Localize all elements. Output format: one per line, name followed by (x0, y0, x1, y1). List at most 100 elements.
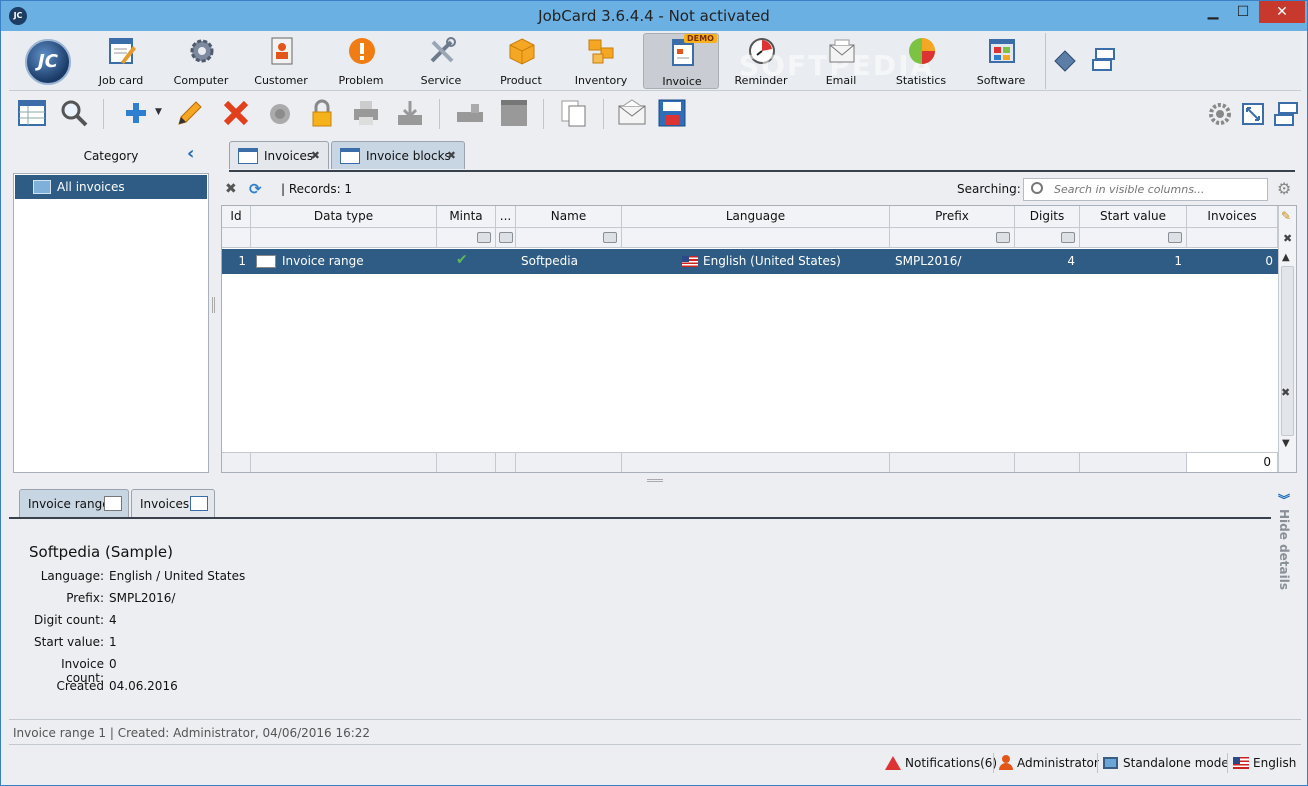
collapse-left-icon[interactable]: ‹ (187, 145, 203, 163)
module-email[interactable]: Email (803, 33, 879, 89)
column-chooser-icon[interactable]: ✎ (1281, 209, 1291, 223)
window-panel-icon[interactable] (499, 98, 529, 128)
filter-icon[interactable] (1061, 232, 1075, 243)
lock-icon[interactable] (307, 98, 337, 128)
cost-coin-icon[interactable] (265, 98, 295, 128)
footer-cell (496, 453, 516, 472)
scroll-down-icon[interactable]: ▼ (1282, 438, 1290, 449)
vertical-scrollbar[interactable]: ✎ ✖ ▲ ▼ (1278, 206, 1296, 472)
filter-cell[interactable] (1187, 228, 1278, 247)
column-header-start-value[interactable]: Start value (1080, 206, 1187, 227)
split-view-icon[interactable] (1273, 101, 1299, 127)
column-header-name[interactable]: Name (516, 206, 622, 227)
category-header: Category (83, 149, 139, 163)
cell-invoices: 0 (1265, 254, 1273, 268)
filter-cell[interactable] (890, 228, 1015, 247)
filter-cell[interactable] (622, 228, 890, 247)
module-inventory[interactable]: Inventory (563, 33, 639, 89)
clear-filters-icon[interactable]: ✖ (1283, 232, 1292, 245)
minimize-button[interactable]: ▁ (1198, 1, 1228, 23)
filter-icon[interactable] (1168, 232, 1182, 243)
column-header-id[interactable]: Id (222, 206, 251, 227)
fullscreen-icon[interactable] (1241, 102, 1265, 126)
refresh-icon[interactable]: ⟳ (249, 180, 262, 198)
horizontal-splitter-handle[interactable] (647, 479, 663, 482)
notifications-status[interactable]: Notifications(6) (885, 755, 997, 773)
search-input[interactable] (1023, 178, 1268, 201)
module-statistics[interactable]: Statistics (883, 33, 959, 89)
hide-details-toggle[interactable]: ︾ Hide details (1275, 491, 1295, 591)
filter-icon[interactable] (499, 232, 513, 243)
module-product[interactable]: Product (483, 33, 559, 89)
cell-language: English (United States) (703, 254, 841, 268)
footer-clear-icon[interactable]: ✖ (1281, 386, 1290, 399)
settings-gear-icon[interactable] (1207, 101, 1233, 127)
tab-invoice-range[interactable]: Invoice range (19, 489, 129, 517)
module-invoice[interactable]: DEMO Invoice (643, 33, 719, 89)
stamp-icon[interactable] (455, 98, 485, 128)
column-header-data-type[interactable]: Data type (251, 206, 437, 227)
add-icon[interactable] (121, 98, 151, 128)
close-window-button[interactable]: ✕ (1259, 1, 1305, 23)
filter-cell[interactable] (516, 228, 622, 247)
toolbar-separator (603, 99, 604, 129)
grid-settings-gear-icon[interactable]: ⚙ (1277, 179, 1291, 198)
delete-icon[interactable] (221, 98, 251, 128)
user-status[interactable]: Administrator (999, 755, 1099, 773)
filter-cell[interactable] (251, 228, 437, 247)
main-content: Invoices ✖ Invoice blocks ✖ ✖ ⟳ | Record… (219, 137, 1299, 475)
send-email-icon[interactable] (617, 98, 647, 128)
tab-invoices[interactable]: Invoices ✖ (229, 141, 329, 169)
detail-key: Language: (40, 569, 104, 583)
scrollbar-thumb[interactable] (1281, 266, 1294, 436)
module-computer[interactable]: Computer (163, 33, 239, 89)
save-disk-icon[interactable] (657, 98, 687, 128)
export-tray-icon[interactable] (395, 98, 425, 128)
filter-cell[interactable] (1080, 228, 1187, 247)
copy-icon[interactable] (559, 98, 589, 128)
filter-cell[interactable] (1015, 228, 1080, 247)
folder-icon (33, 180, 51, 194)
filter-cell[interactable] (222, 228, 251, 247)
filter-icon[interactable] (996, 232, 1010, 243)
column-header-prefix[interactable]: Prefix (890, 206, 1015, 227)
layout-window-icon[interactable] (1091, 47, 1117, 73)
diamond-nav-icon[interactable] (1053, 49, 1077, 73)
module-label: Software (976, 74, 1026, 87)
scroll-up-icon[interactable]: ▲ (1282, 252, 1290, 263)
maximize-button[interactable]: ☐ (1228, 1, 1258, 23)
filter-cell[interactable] (437, 228, 496, 247)
detail-value: 0 (109, 657, 117, 671)
column-header-digits[interactable]: Digits (1015, 206, 1080, 227)
table-view-icon[interactable] (17, 98, 47, 128)
clear-filter-icon[interactable]: ✖ (225, 181, 237, 197)
column-header-more[interactable]: ... (496, 206, 516, 227)
filter-cell[interactable] (496, 228, 516, 247)
table-row[interactable]: 1 Invoice range ✔ Softpedia English (Uni… (222, 249, 1278, 274)
filter-icon[interactable] (603, 232, 617, 243)
module-service[interactable]: Service (403, 33, 479, 89)
module-customer[interactable]: Customer (243, 33, 319, 89)
filter-icon[interactable] (477, 232, 491, 243)
module-job-card[interactable]: Job card (83, 33, 159, 89)
print-icon[interactable] (351, 98, 381, 128)
search-icon[interactable] (59, 98, 89, 128)
language-status[interactable]: English (1233, 755, 1296, 773)
column-header-invoices[interactable]: Invoices (1187, 206, 1278, 227)
tab-detail-invoices[interactable]: Invoices (131, 489, 215, 517)
tab-close-icon[interactable]: ✖ (311, 142, 320, 170)
module-problem[interactable]: Problem (323, 33, 399, 89)
column-header-minta[interactable]: Minta (437, 206, 496, 227)
grid-header-row: Id Data type Minta ... Name Language Pre… (222, 206, 1278, 228)
grid-filter-row (222, 228, 1278, 248)
jobcard-logo[interactable]: JC (25, 39, 71, 85)
add-dropdown-arrow-icon[interactable]: ▼ (155, 107, 162, 117)
tab-close-icon[interactable]: ✖ (447, 142, 456, 170)
tab-invoice-blocks[interactable]: Invoice blocks ✖ (331, 141, 465, 169)
column-header-language[interactable]: Language (622, 206, 890, 227)
category-item-all-invoices[interactable]: All invoices (15, 175, 207, 199)
module-software[interactable]: Software (963, 33, 1039, 89)
mode-status[interactable]: Standalone mode (1103, 755, 1229, 773)
vertical-splitter-handle[interactable] (212, 297, 215, 313)
edit-pencil-icon[interactable] (175, 98, 205, 128)
